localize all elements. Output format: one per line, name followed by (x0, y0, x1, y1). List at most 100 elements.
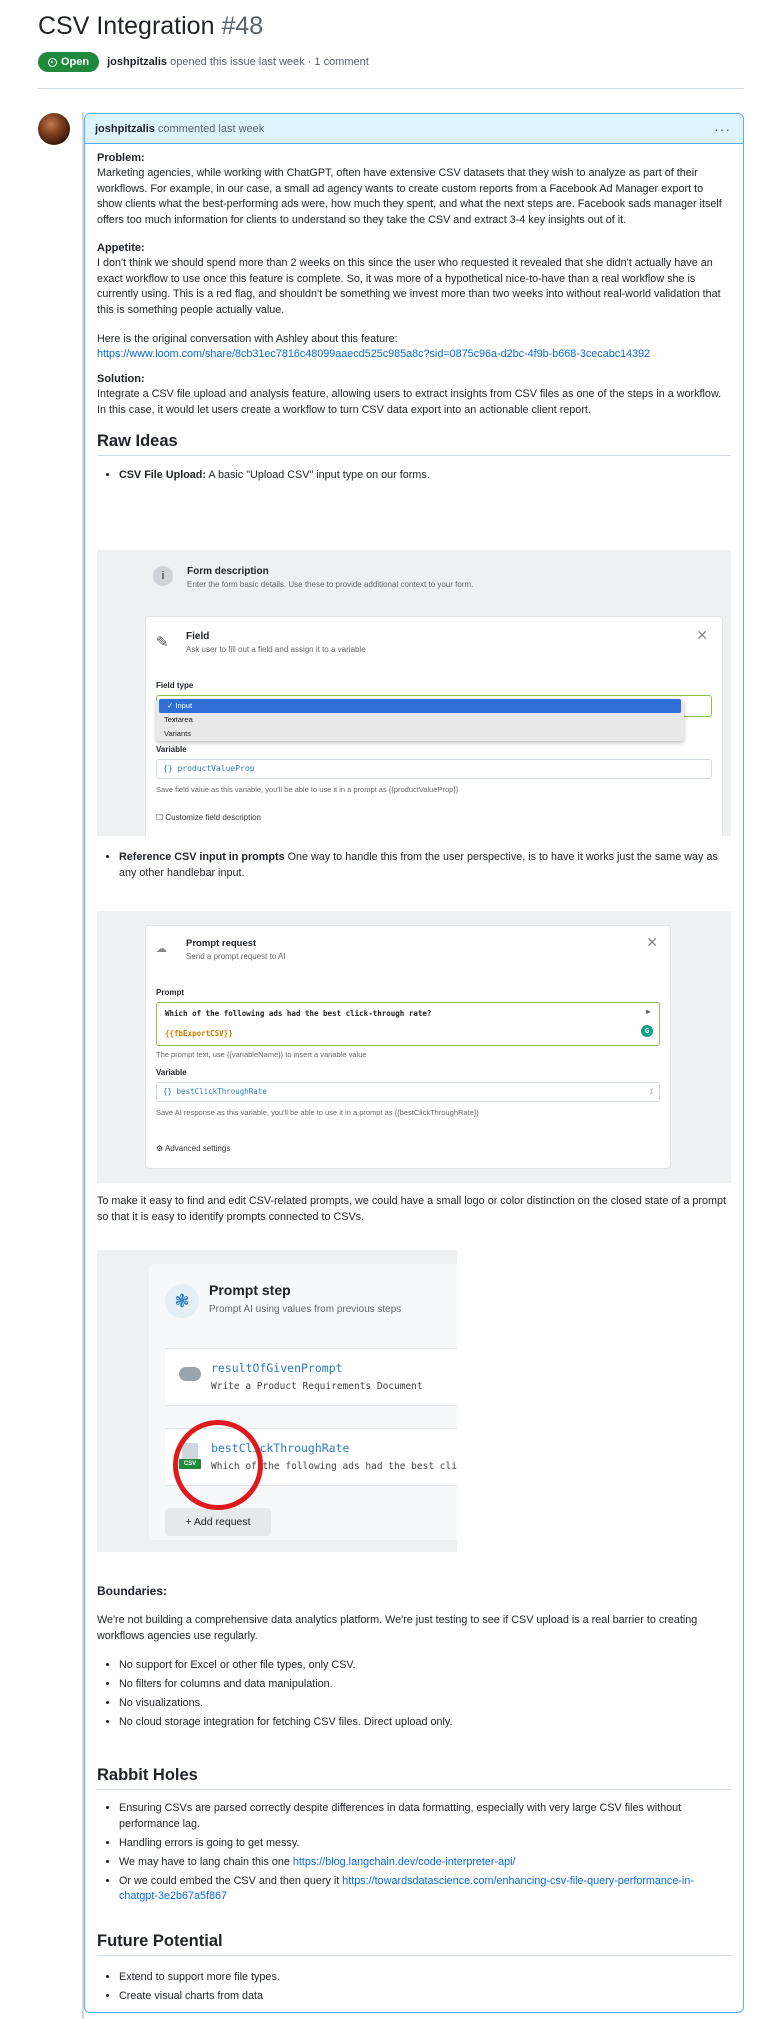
list-item: Reference CSV input in prompts One way t… (119, 850, 731, 881)
field-sub: Ask user to fill out a field and assign … (186, 645, 366, 654)
request-item[interactable]: CSV bestClickThroughRate Which of the fo… (165, 1428, 457, 1486)
prompt-request-title: Prompt request (186, 938, 257, 949)
form-description-sub: Enter the form basic details. Use these … (187, 580, 474, 589)
comment-menu-icon[interactable]: ··· (714, 121, 731, 137)
variable-value: {} bestClickThroughRate (163, 1087, 267, 1096)
problem-label: Problem: (97, 152, 145, 164)
issue-state-row: Open joshpitzalis opened this issue last… (38, 50, 369, 74)
future-list: Extend to support more file types. Creat… (97, 1970, 731, 2008)
variable-help: Save AI response as this variable, you'l… (156, 1108, 479, 1117)
cloud-icon (179, 1367, 201, 1381)
cloud-icon: ☁ (156, 943, 167, 955)
problem-text: Marketing agencies, while working with C… (97, 167, 722, 226)
idea1-bold: CSV File Upload: (119, 469, 206, 481)
magic-icon[interactable]: ⁒ (650, 1083, 653, 1101)
request-desc: Which of the following ads had the best … (211, 1461, 457, 1472)
rabbit3-text: We may have to lang chain this one (119, 1855, 293, 1868)
future-potential-heading: Future Potential (97, 1932, 731, 1956)
prompt-step-title: Prompt step (209, 1282, 291, 1298)
brain-icon: ❃ (165, 1284, 199, 1318)
variable-label: Variable (156, 745, 187, 754)
list-item: No support for Excel or other file types… (119, 1658, 731, 1674)
variable-help: Save field value as this variable, you'l… (156, 785, 459, 794)
appetite-text: I don't think we should spend more than … (97, 257, 721, 316)
info-icon: i (153, 566, 173, 586)
prompt-step-panel: ❃ Prompt step Prompt AI using values fro… (149, 1264, 457, 1540)
prompt-request-card: ☁ Prompt request Send a prompt request t… (145, 925, 671, 1169)
idea2-bold: Reference CSV input in prompts (119, 851, 285, 863)
idea1-text: A basic "Upload CSV" input type on our f… (205, 469, 430, 481)
prompt-label: Prompt (156, 988, 184, 997)
field-type-label: Field type (156, 681, 194, 690)
rabbit-holes-list: Ensuring CSVs are parsed correctly despi… (97, 1801, 731, 1908)
issue-number: #48 (221, 12, 264, 40)
issue-meta-text: opened this issue last week · 1 comment (170, 56, 369, 68)
variable-label: Variable (156, 1068, 187, 1077)
prompt-request-sub: Send a prompt request to AI (186, 952, 286, 961)
csv-file-icon: CSV (179, 1443, 201, 1471)
issue-meta: joshpitzalis opened this issue last week… (107, 56, 369, 68)
close-icon[interactable]: ✕ (696, 627, 708, 644)
comment-time[interactable]: commented last week (158, 123, 264, 135)
prompt-request-screenshot: ☁ Prompt request Send a prompt request t… (97, 911, 731, 1183)
request-name: bestClickThroughRate (211, 1441, 350, 1455)
advanced-settings-link[interactable]: ⚙ Advanced settings (156, 1144, 230, 1153)
langchain-link[interactable]: https://blog.langchain.dev/code-interpre… (293, 1856, 516, 1868)
field-type-dropdown[interactable]: ✓ Input Textarea Variants (156, 699, 684, 741)
boundaries-text: We're not building a comprehensive data … (97, 1614, 698, 1642)
variable-input[interactable]: {} bestClickThroughRate ⁒ (156, 1082, 660, 1102)
issue-author-link[interactable]: joshpitzalis (107, 56, 167, 68)
issue-title-text: CSV Integration (38, 12, 215, 40)
prompt-hint: The prompt text, use {{variableName}} to… (156, 1050, 367, 1059)
form-field-screenshot: i Form description Enter the form basic … (97, 550, 731, 836)
raw-ideas-list-2: Reference CSV input in prompts One way t… (97, 850, 731, 885)
list-item: Extend to support more file types. (119, 1970, 731, 1986)
option-variants[interactable]: Variants (156, 727, 684, 741)
list-item: No visualizations. (119, 1696, 731, 1712)
prompt-step-sub: Prompt AI using values from previous ste… (209, 1304, 402, 1315)
comment-author-link[interactable]: joshpitzalis (95, 123, 155, 135)
list-item: We may have to lang chain this one https… (119, 1855, 731, 1871)
header-divider (38, 88, 744, 89)
issue-page: CSV Integration #48 Open joshpitzalis op… (0, 0, 764, 2019)
close-icon[interactable]: ✕ (646, 934, 658, 951)
field-card: ✎ Field Ask user to fill out a field and… (145, 616, 723, 836)
raw-ideas-list-1: CSV File Upload: A basic "Upload CSV" in… (97, 468, 731, 487)
list-item: No cloud storage integration for fetchin… (119, 1715, 731, 1731)
distinction-text: To make it easy to find and edit CSV-rel… (97, 1195, 726, 1223)
boundaries-list: No support for Excel or other file types… (97, 1658, 731, 1734)
comment-header: joshpitzalis commented last week ··· (85, 114, 743, 144)
list-item: Create visual charts from data (119, 1989, 731, 2005)
prompt-step-screenshot: ❃ Prompt step Prompt AI using values fro… (97, 1250, 457, 1552)
prompt-line-1: Which of the following ads had the best … (165, 1009, 432, 1018)
play-icon[interactable]: ▶ (646, 1007, 651, 1016)
request-item[interactable]: resultOfGivenPrompt Write a Product Requ… (165, 1348, 457, 1406)
rabbit4-text: Or we could embed the CSV and then query… (119, 1874, 343, 1887)
variable-input[interactable]: {} productValueProp (156, 759, 712, 779)
list-item: Or we could embed the CSV and then query… (119, 1874, 731, 1905)
field-title: Field (186, 631, 210, 642)
status-badge-label: Open (61, 56, 90, 68)
grammarly-icon[interactable]: G (641, 1025, 653, 1037)
raw-ideas-heading: Raw Ideas (97, 432, 731, 456)
loom-link[interactable]: https://www.loom.com/share/8cb31ec7816c4… (97, 347, 731, 363)
solution-label: Solution: (97, 373, 145, 385)
customize-field-link[interactable]: ☐ Customize field description (156, 813, 261, 822)
customize-field-text: Customize field description (165, 813, 262, 822)
csv-tag: CSV (179, 1459, 201, 1469)
option-textarea[interactable]: Textarea (156, 713, 684, 727)
boundaries-label: Boundaries: (97, 1584, 168, 1598)
request-desc: Write a Product Requirements Document (211, 1381, 423, 1392)
open-circle-icon (48, 57, 57, 67)
request-name: resultOfGivenPrompt (211, 1361, 343, 1375)
prompt-line-2: {{fbExportCSV}} (165, 1029, 233, 1038)
prompt-textarea[interactable]: Which of the following ads had the best … (156, 1002, 660, 1046)
option-input[interactable]: ✓ Input (159, 699, 681, 713)
list-item: Handling errors is going to get messy. (119, 1836, 731, 1852)
add-request-button[interactable]: + Add request (165, 1508, 271, 1536)
form-description-title: Form description (187, 566, 269, 577)
status-badge: Open (38, 52, 100, 72)
edit-icon: ✎ (156, 634, 169, 651)
list-item: Ensuring CSVs are parsed correctly despi… (119, 1801, 731, 1832)
avatar[interactable] (38, 113, 70, 145)
